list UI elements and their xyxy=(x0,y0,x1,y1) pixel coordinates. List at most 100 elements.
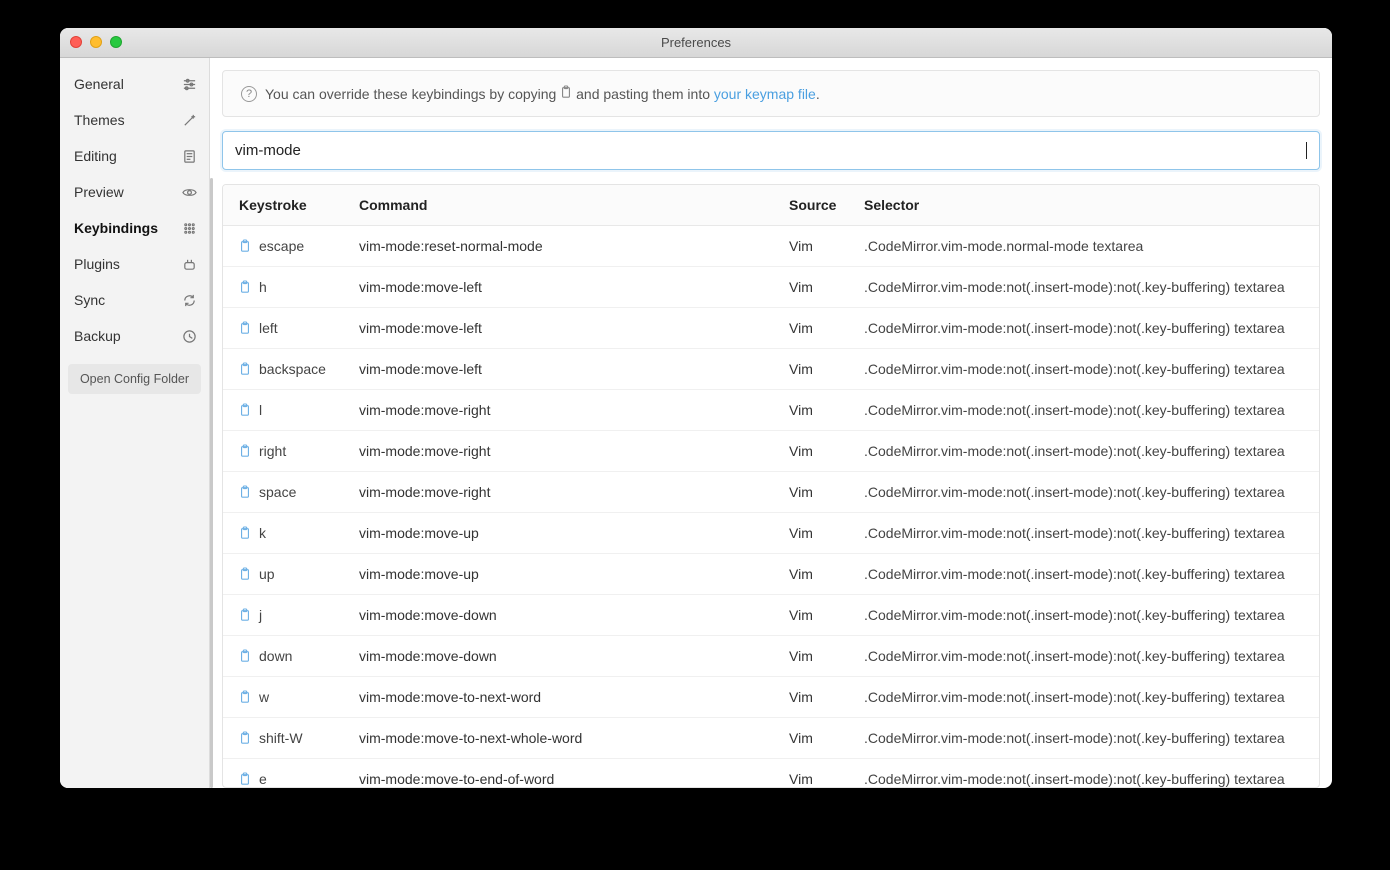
cell-selector: .CodeMirror.vim-mode:not(.insert-mode):n… xyxy=(864,607,1303,623)
text-cursor xyxy=(1306,142,1307,159)
cell-keystroke: escape xyxy=(239,238,359,254)
sidebar-item-general[interactable]: General xyxy=(60,66,209,102)
col-command: Command xyxy=(359,197,789,213)
table-row[interactable]: leftvim-mode:move-leftVim.CodeMirror.vim… xyxy=(223,308,1319,349)
sidebar-item-label: Keybindings xyxy=(74,220,158,236)
sliders-icon xyxy=(181,76,197,92)
close-window-button[interactable] xyxy=(70,36,82,48)
zoom-window-button[interactable] xyxy=(110,36,122,48)
cell-command: vim-mode:move-right xyxy=(359,484,789,500)
cell-source: Vim xyxy=(789,648,864,664)
window-controls xyxy=(70,36,122,48)
col-selector: Selector xyxy=(864,197,1303,213)
cell-selector: .CodeMirror.vim-mode:not(.insert-mode):n… xyxy=(864,566,1303,582)
copy-icon[interactable] xyxy=(239,485,251,499)
table-row[interactable]: backspacevim-mode:move-leftVim.CodeMirro… xyxy=(223,349,1319,390)
cell-source: Vim xyxy=(789,689,864,705)
search-value: vim-mode xyxy=(235,142,1305,159)
cell-selector: .CodeMirror.vim-mode:not(.insert-mode):n… xyxy=(864,402,1303,418)
sidebar-item-label: General xyxy=(74,76,124,92)
help-icon: ? xyxy=(241,86,257,102)
copy-icon[interactable] xyxy=(239,526,251,540)
copy-icon[interactable] xyxy=(239,608,251,622)
titlebar[interactable]: Preferences xyxy=(60,28,1332,58)
hint-text-mid: and pasting them into xyxy=(576,86,710,102)
copy-icon[interactable] xyxy=(239,362,251,376)
cell-keystroke: right xyxy=(239,443,359,459)
table-row[interactable]: evim-mode:move-to-end-of-wordVim.CodeMir… xyxy=(223,759,1319,787)
sidebar-item-backup[interactable]: Backup xyxy=(60,318,209,354)
sidebar: General Themes Editing Preview Keybindings Pl… xyxy=(60,58,210,788)
cell-source: Vim xyxy=(789,279,864,295)
cell-command: vim-mode:move-up xyxy=(359,525,789,541)
cell-keystroke: up xyxy=(239,566,359,582)
sidebar-item-plugins[interactable]: Plugins xyxy=(60,246,209,282)
cell-source: Vim xyxy=(789,607,864,623)
clipboard-icon xyxy=(560,85,572,99)
cell-source: Vim xyxy=(789,566,864,582)
copy-icon[interactable] xyxy=(239,444,251,458)
cell-command: vim-mode:move-left xyxy=(359,279,789,295)
cell-source: Vim xyxy=(789,402,864,418)
open-config-folder-button[interactable]: Open Config Folder xyxy=(68,364,201,394)
cell-command: vim-mode:move-right xyxy=(359,443,789,459)
table-header: Keystroke Command Source Selector xyxy=(223,185,1319,226)
cell-source: Vim xyxy=(789,730,864,746)
copy-icon[interactable] xyxy=(239,731,251,745)
grid-icon xyxy=(181,220,197,236)
search-input[interactable]: vim-mode xyxy=(222,131,1320,170)
table-row[interactable]: hvim-mode:move-leftVim.CodeMirror.vim-mo… xyxy=(223,267,1319,308)
table-row[interactable]: lvim-mode:move-rightVim.CodeMirror.vim-m… xyxy=(223,390,1319,431)
copy-icon[interactable] xyxy=(239,690,251,704)
sidebar-item-label: Preview xyxy=(74,184,124,200)
cell-command: vim-mode:move-down xyxy=(359,648,789,664)
cell-source: Vim xyxy=(789,238,864,254)
copy-icon[interactable] xyxy=(239,280,251,294)
copy-icon[interactable] xyxy=(239,403,251,417)
cell-keystroke: e xyxy=(239,771,359,787)
cell-selector: .CodeMirror.vim-mode:not(.insert-mode):n… xyxy=(864,525,1303,541)
table-row[interactable]: upvim-mode:move-upVim.CodeMirror.vim-mod… xyxy=(223,554,1319,595)
sidebar-item-themes[interactable]: Themes xyxy=(60,102,209,138)
sidebar-item-editing[interactable]: Editing xyxy=(60,138,209,174)
hint-banner: ? You can override these keybindings by … xyxy=(222,70,1320,117)
cell-selector: .CodeMirror.vim-mode:not(.insert-mode):n… xyxy=(864,730,1303,746)
cell-source: Vim xyxy=(789,361,864,377)
copy-icon[interactable] xyxy=(239,567,251,581)
cell-selector: .CodeMirror.vim-mode:not(.insert-mode):n… xyxy=(864,484,1303,500)
cell-keystroke: space xyxy=(239,484,359,500)
sidebar-item-sync[interactable]: Sync xyxy=(60,282,209,318)
table-row[interactable]: rightvim-mode:move-rightVim.CodeMirror.v… xyxy=(223,431,1319,472)
sidebar-item-label: Themes xyxy=(74,112,125,128)
col-source: Source xyxy=(789,197,864,213)
cell-selector: .CodeMirror.vim-mode:not(.insert-mode):n… xyxy=(864,443,1303,459)
keymap-file-link[interactable]: your keymap file xyxy=(714,86,816,102)
copy-icon[interactable] xyxy=(239,772,251,786)
preferences-window: Preferences General Themes Editing Preview K… xyxy=(60,28,1332,788)
cell-command: vim-mode:move-right xyxy=(359,402,789,418)
table-row[interactable]: shift-Wvim-mode:move-to-next-whole-wordV… xyxy=(223,718,1319,759)
table-row[interactable]: spacevim-mode:move-rightVim.CodeMirror.v… xyxy=(223,472,1319,513)
sidebar-item-keybindings[interactable]: Keybindings xyxy=(60,210,209,246)
table-body[interactable]: escapevim-mode:reset-normal-modeVim.Code… xyxy=(223,226,1319,787)
cell-command: vim-mode:move-to-end-of-word xyxy=(359,771,789,787)
sidebar-item-label: Plugins xyxy=(74,256,120,272)
table-row[interactable]: kvim-mode:move-upVim.CodeMirror.vim-mode… xyxy=(223,513,1319,554)
cell-command: vim-mode:move-to-next-whole-word xyxy=(359,730,789,746)
cell-command: vim-mode:move-down xyxy=(359,607,789,623)
sidebar-item-preview[interactable]: Preview xyxy=(60,174,209,210)
copy-icon[interactable] xyxy=(239,649,251,663)
cell-source: Vim xyxy=(789,484,864,500)
table-row[interactable]: downvim-mode:move-downVim.CodeMirror.vim… xyxy=(223,636,1319,677)
minimize-window-button[interactable] xyxy=(90,36,102,48)
copy-icon[interactable] xyxy=(239,321,251,335)
copy-icon[interactable] xyxy=(239,239,251,253)
window-body: General Themes Editing Preview Keybindings Pl… xyxy=(60,58,1332,788)
cell-selector: .CodeMirror.vim-mode.normal-mode textare… xyxy=(864,238,1303,254)
cell-selector: .CodeMirror.vim-mode:not(.insert-mode):n… xyxy=(864,361,1303,377)
cell-keystroke: shift-W xyxy=(239,730,359,746)
table-row[interactable]: jvim-mode:move-downVim.CodeMirror.vim-mo… xyxy=(223,595,1319,636)
table-row[interactable]: escapevim-mode:reset-normal-modeVim.Code… xyxy=(223,226,1319,267)
table-row[interactable]: wvim-mode:move-to-next-wordVim.CodeMirro… xyxy=(223,677,1319,718)
hint-text-prefix: You can override these keybindings by co… xyxy=(265,86,556,102)
